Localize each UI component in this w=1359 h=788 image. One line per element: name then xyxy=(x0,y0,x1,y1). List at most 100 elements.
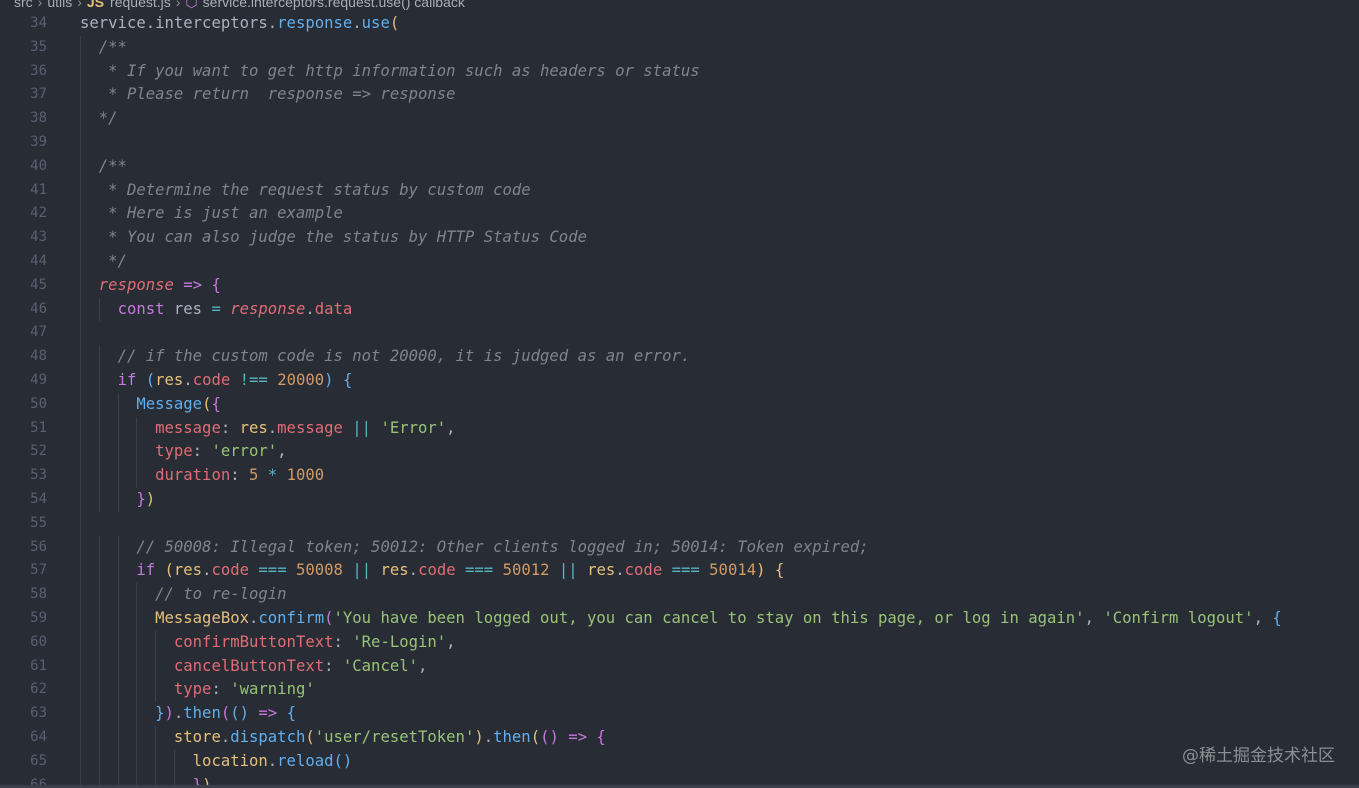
indent-guide xyxy=(80,226,81,250)
indent-guide xyxy=(80,202,81,227)
code-token: ) xyxy=(324,370,334,389)
code-token: res xyxy=(587,561,616,580)
code-token: response xyxy=(230,299,306,318)
code-token: code xyxy=(624,561,663,580)
code-line: * Here is just an example xyxy=(80,202,1359,227)
indent-guide xyxy=(117,725,119,750)
indent-guide xyxy=(80,606,81,631)
indent-guide xyxy=(136,749,138,774)
indent-guide xyxy=(80,321,81,346)
code-token: 50012 xyxy=(502,561,550,580)
code-token: . xyxy=(173,704,184,723)
code-token: 'Confirm logout' xyxy=(1103,608,1254,627)
indent-guide xyxy=(80,511,81,536)
indent-guide xyxy=(117,535,119,560)
code-line: Message({ xyxy=(80,392,1359,417)
indent-guide xyxy=(98,654,100,679)
indent-guide xyxy=(155,654,157,679)
code-line: message: res.message || 'Error', xyxy=(80,416,1359,441)
indent-guide xyxy=(174,749,175,774)
code-line: * Please return response => response xyxy=(80,83,1359,108)
code-token: const xyxy=(117,299,165,318)
indent-guide xyxy=(98,678,100,703)
code-token: } xyxy=(136,489,146,508)
indent-guide xyxy=(98,535,100,560)
code-comment: * Here is just an example xyxy=(98,204,343,223)
indent-guide xyxy=(136,464,138,488)
code-token: . xyxy=(267,751,278,770)
code-comment: */ xyxy=(98,251,127,270)
code-area[interactable]: service.interceptors.response.use( /** *… xyxy=(80,12,1359,788)
code-token: response xyxy=(277,14,353,32)
indent-guide xyxy=(117,392,119,417)
line-number: 35 xyxy=(30,38,47,55)
indent-guide xyxy=(136,416,138,441)
breadcrumb-folder-src[interactable]: src xyxy=(14,0,33,9)
code-token: 'user/resetToken' xyxy=(314,727,475,746)
chevron-right-icon: › xyxy=(175,0,181,10)
breadcrumb-symbol[interactable]: service.interceptors.request.use() callb… xyxy=(203,0,465,9)
line-number: 48 xyxy=(30,348,47,365)
indent-guide xyxy=(80,416,81,441)
code-token: dispatch xyxy=(230,727,306,746)
code-token: 20000 xyxy=(277,370,325,389)
code-token: . xyxy=(249,608,259,627)
indent-guide xyxy=(80,107,81,131)
line-number: 61 xyxy=(30,657,47,674)
indent-guide xyxy=(80,583,81,607)
code-token: { xyxy=(774,561,785,580)
line-number: 60 xyxy=(30,633,47,650)
code-line: if (res.code === 50008 || res.code === 5… xyxy=(80,559,1359,584)
indent-guide xyxy=(117,583,119,607)
code-token: === xyxy=(258,561,287,580)
line-number: 34 xyxy=(30,15,47,31)
code-token: res xyxy=(155,370,184,389)
indent-guide xyxy=(136,583,138,607)
breadcrumb-folder-utils[interactable]: utils xyxy=(47,0,72,9)
breadcrumb-file[interactable]: request.js xyxy=(110,0,171,9)
code-token: interceptors xyxy=(155,14,268,32)
indent-guide xyxy=(80,392,81,417)
code-line: */ xyxy=(80,107,1359,131)
line-number: 36 xyxy=(30,62,47,79)
code-editor[interactable]: 34 35 36 37 38 39 40 41 42 43 44 45 46 47 48 49 50 51 52 53… xyxy=(0,12,1359,788)
code-token: . xyxy=(352,14,362,32)
code-line: // to re-login xyxy=(80,583,1359,607)
indent-guide xyxy=(80,559,81,584)
indent-guide xyxy=(80,297,81,322)
code-token: ( xyxy=(305,727,315,746)
code-token: then xyxy=(183,704,221,723)
indent-guide xyxy=(155,678,157,703)
indent-guide xyxy=(136,654,138,679)
code-token: . xyxy=(220,727,231,746)
code-token: !== xyxy=(239,370,268,389)
indent-guide xyxy=(80,154,81,179)
code-token: ( xyxy=(333,751,343,770)
indent-guide xyxy=(98,368,100,393)
indent-guide xyxy=(80,749,81,774)
indent-guide xyxy=(98,583,100,607)
line-number-gutter: 34 35 36 37 38 39 40 41 42 43 44 45 46 47 48 49 50 51 52 53… xyxy=(0,12,60,788)
code-token: 'Cancel' xyxy=(342,656,418,675)
indent-guide xyxy=(80,535,81,560)
line-number: 41 xyxy=(30,181,47,198)
code-token: ( xyxy=(145,370,156,389)
line-number: 50 xyxy=(30,395,47,412)
indent-guide xyxy=(80,630,81,655)
code-line: /** xyxy=(80,35,1359,60)
indent-guide xyxy=(117,702,119,726)
line-number: 46 xyxy=(30,300,47,317)
code-token: 'Error' xyxy=(380,418,447,437)
code-token: { xyxy=(1272,608,1282,627)
indent-guide xyxy=(80,487,81,512)
